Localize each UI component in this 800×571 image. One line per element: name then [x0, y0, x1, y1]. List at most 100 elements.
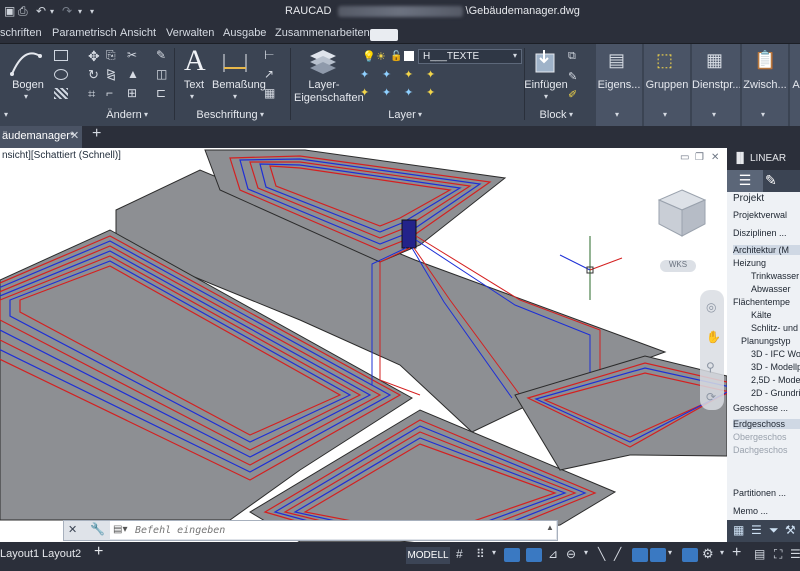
tree-item-2d-grundriss[interactable]: 2D - Grundris — [751, 388, 800, 398]
zoom-icon[interactable]: ⚲ — [706, 360, 715, 374]
command-history-icon[interactable]: ▲ — [546, 523, 554, 532]
pan-icon[interactable]: ✋ — [706, 330, 721, 344]
layer-tool-icon[interactable]: ✦ — [360, 68, 369, 81]
leader-icon[interactable]: ↗ — [264, 67, 274, 81]
viewport-close-icon[interactable]: ✕ — [711, 152, 719, 163]
tree-item-trinkwasser[interactable]: Trinkwasser — [751, 271, 800, 281]
hatch-icon[interactable] — [54, 88, 68, 99]
einfuegen-button[interactable]: Einfügen — [524, 79, 568, 91]
tab-layout1[interactable]: Layout1 — [0, 548, 39, 560]
layer-dropdown-arrow-icon[interactable]: ▾ — [513, 51, 517, 60]
snap-dropdown-icon[interactable]: ▾ — [492, 548, 496, 557]
tree-item-2-5d-modell[interactable]: 2,5D - Modell — [751, 375, 800, 385]
rectangle-icon[interactable] — [54, 50, 68, 61]
block-dropdown-icon[interactable]: ▾ — [569, 110, 573, 119]
layer-dropdown[interactable]: H___TEXTE — [418, 49, 522, 64]
drawing-viewport[interactable] — [0, 148, 727, 542]
viewport-minimize-icon[interactable]: ▭ — [680, 152, 689, 163]
undo-dropdown-icon[interactable]: ▾ — [50, 7, 54, 16]
command-close-icon[interactable]: ✕ — [68, 523, 77, 536]
tab-layout2[interactable]: Layout2 — [42, 548, 81, 560]
transparency-icon[interactable]: ╱ — [614, 547, 621, 561]
tree-item-flaechentemperierung[interactable]: Flächentempe — [733, 297, 800, 307]
list-tab-icon[interactable]: ☰ — [727, 170, 763, 192]
eigenschaften-dropdown-icon[interactable]: ▾ — [615, 110, 619, 119]
ellipse-icon[interactable] — [54, 69, 68, 80]
undo-icon[interactable]: ↶ — [36, 4, 46, 18]
table-icon[interactable]: ▦ — [264, 86, 275, 100]
menu-verwalten[interactable]: Verwalten — [166, 27, 214, 39]
quick-access-menu-icon[interactable]: ▾ — [90, 7, 94, 16]
zwischenablage-dropdown-icon[interactable]: ▾ — [761, 110, 765, 119]
tree-item-projektverwaltung[interactable]: Projektverwal — [733, 210, 800, 220]
selection-cycling-icon[interactable] — [632, 548, 648, 562]
trim-icon[interactable]: ⌗ — [88, 86, 95, 102]
dienstprogramme-dropdown-icon[interactable]: ▾ — [712, 110, 716, 119]
lightbulb-icon[interactable]: 💡 — [362, 50, 376, 63]
orbit-icon[interactable]: ⟳ — [706, 390, 716, 404]
stretch-icon[interactable]: ▲ — [127, 67, 139, 81]
group-icon[interactable]: ⬚ — [656, 50, 673, 71]
tree-item-3d-ifc[interactable]: 3D - IFC Wor — [751, 349, 800, 359]
explode-icon[interactable]: ◫ — [156, 67, 167, 81]
ortho-icon[interactable] — [504, 548, 520, 562]
tree-item-kaelte[interactable]: Kälte — [751, 310, 800, 320]
move-icon[interactable]: ✥ — [88, 48, 100, 65]
add-layout-icon[interactable]: + — [94, 543, 103, 561]
3d-osnap-icon[interactable] — [650, 548, 666, 562]
linear-dim-icon[interactable]: ⊢ — [264, 48, 274, 62]
tree-item-abwasser[interactable]: Abwasser — [751, 284, 800, 294]
layer-tool-icon[interactable]: ✦ — [382, 68, 391, 81]
beschriftung-panel-title[interactable]: Beschriftung — [196, 109, 258, 121]
layer-tool-icon[interactable]: ✦ — [382, 86, 391, 99]
lineweight-icon[interactable]: ╲ — [598, 547, 605, 561]
menu-zusammenarbeiten[interactable]: Zusammenarbeiten — [275, 27, 370, 39]
zwischenablage-button[interactable]: Zwisch... — [742, 79, 788, 91]
utilities-icon[interactable]: ▦ — [706, 50, 723, 71]
command-input[interactable] — [110, 521, 556, 539]
erase-icon[interactable]: ✎ — [156, 48, 166, 62]
dienstprogramme-button[interactable]: Dienstpr... — [692, 79, 740, 91]
tree-item-architektur[interactable]: Architektur (M — [733, 245, 800, 255]
text-dropdown-icon[interactable]: ▾ — [190, 92, 194, 101]
zeichnen-dropdown-icon[interactable]: ▾ — [4, 110, 8, 119]
3d-osnap-dropdown-icon[interactable]: ▾ — [668, 548, 672, 557]
tree-item-dachgeschoss[interactable]: Dachgeschos — [733, 445, 800, 455]
rotate-icon[interactable]: ↻ — [88, 67, 99, 83]
layer-tool-icon[interactable]: ✦ — [426, 86, 435, 99]
layer-dropdown-icon[interactable]: ▾ — [418, 110, 422, 119]
block-attribute-icon[interactable]: ✐ — [568, 88, 577, 101]
beschriftung-dropdown-icon[interactable]: ▾ — [260, 110, 264, 119]
print-icon[interactable]: ⎙ — [18, 4, 28, 19]
bemassung-button[interactable]: Bemaßung — [212, 79, 266, 91]
annotation-scale-icon[interactable] — [682, 548, 698, 562]
tree-item-disziplinen[interactable]: Disziplinen ... — [733, 228, 800, 238]
fillet-icon[interactable]: ⌐ — [106, 86, 113, 100]
tree-item-geschosse[interactable]: Geschosse ... — [733, 403, 800, 413]
redo-icon[interactable]: ↷ — [62, 4, 72, 18]
scale-icon[interactable]: ⊞ — [127, 86, 137, 100]
layer-tool-icon[interactable]: ✦ — [404, 86, 413, 99]
viewport-restore-icon[interactable]: ❐ — [695, 152, 704, 163]
settings-dropdown-icon[interactable]: ▾ — [720, 548, 724, 557]
panel-tools-icon[interactable]: ⚒ — [785, 523, 796, 537]
osnap-dropdown-icon[interactable]: ▾ — [584, 548, 588, 557]
close-tab-icon[interactable]: ✕ — [70, 129, 79, 142]
gruppen-dropdown-icon[interactable]: ▾ — [663, 110, 667, 119]
bemassung-dropdown-icon[interactable]: ▾ — [233, 92, 237, 101]
layer-tool-icon[interactable]: ✦ — [426, 68, 435, 81]
edit-block-icon[interactable]: ✎ — [568, 70, 577, 83]
fullscreen-icon[interactable]: ⛶ — [774, 547, 782, 562]
layer-tool-icon[interactable]: ✦ — [360, 86, 369, 99]
menu-beschriften[interactable]: schriften — [0, 27, 42, 39]
gruppen-button[interactable]: Gruppen — [644, 79, 690, 91]
sun-icon[interactable]: ☀ — [376, 50, 386, 63]
layer-tool-icon[interactable]: ✦ — [404, 68, 413, 81]
overflow-button[interactable]: A — [792, 79, 800, 91]
aendern-panel-title[interactable]: Ändern — [104, 109, 144, 121]
edit-tab-icon[interactable]: ✎ — [765, 172, 777, 189]
bogen-dropdown-icon[interactable]: ▾ — [24, 92, 28, 101]
customize-icon[interactable]: ☰ — [790, 547, 800, 561]
settings-gear-icon[interactable]: ⚙ — [702, 546, 714, 562]
isodraft-icon[interactable]: ⊿ — [548, 547, 558, 561]
